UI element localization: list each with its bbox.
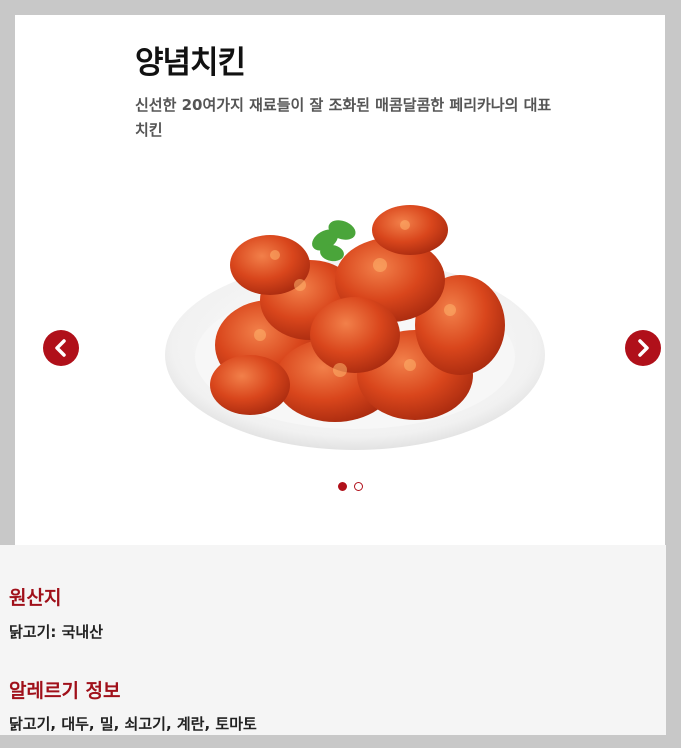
carousel-prev-button[interactable] [43,330,79,366]
product-card: 양념치킨 신선한 20여가지 재료들이 잘 조화된 매콤달콤한 페리카나의 대표… [15,15,665,545]
carousel-pagination [338,482,363,491]
product-title: 양념치킨 [135,45,246,81]
chevron-right-icon [638,339,649,357]
carousel-dot-2[interactable] [354,482,363,491]
origin-heading: 원산지 [9,587,62,609]
carousel-next-button[interactable] [625,330,661,366]
allergy-heading: 알레르기 정보 [9,680,121,702]
allergy-text: 닭고기, 대두, 밀, 쇠고기, 계란, 토마토 [9,715,257,733]
product-description: 신선한 20여가지 재료들이 잘 조화된 매콤달콤한 페리카나의 대표 치킨 [135,96,552,139]
origin-text: 닭고기: 국내산 [9,623,104,641]
chevron-left-icon [55,339,66,357]
carousel-dot-1[interactable] [338,482,347,491]
product-info-panel: 원산지 닭고기: 국내산 알레르기 정보 닭고기, 대두, 밀, 쇠고기, 계란… [0,545,666,735]
fried-chicken-image [165,205,545,450]
